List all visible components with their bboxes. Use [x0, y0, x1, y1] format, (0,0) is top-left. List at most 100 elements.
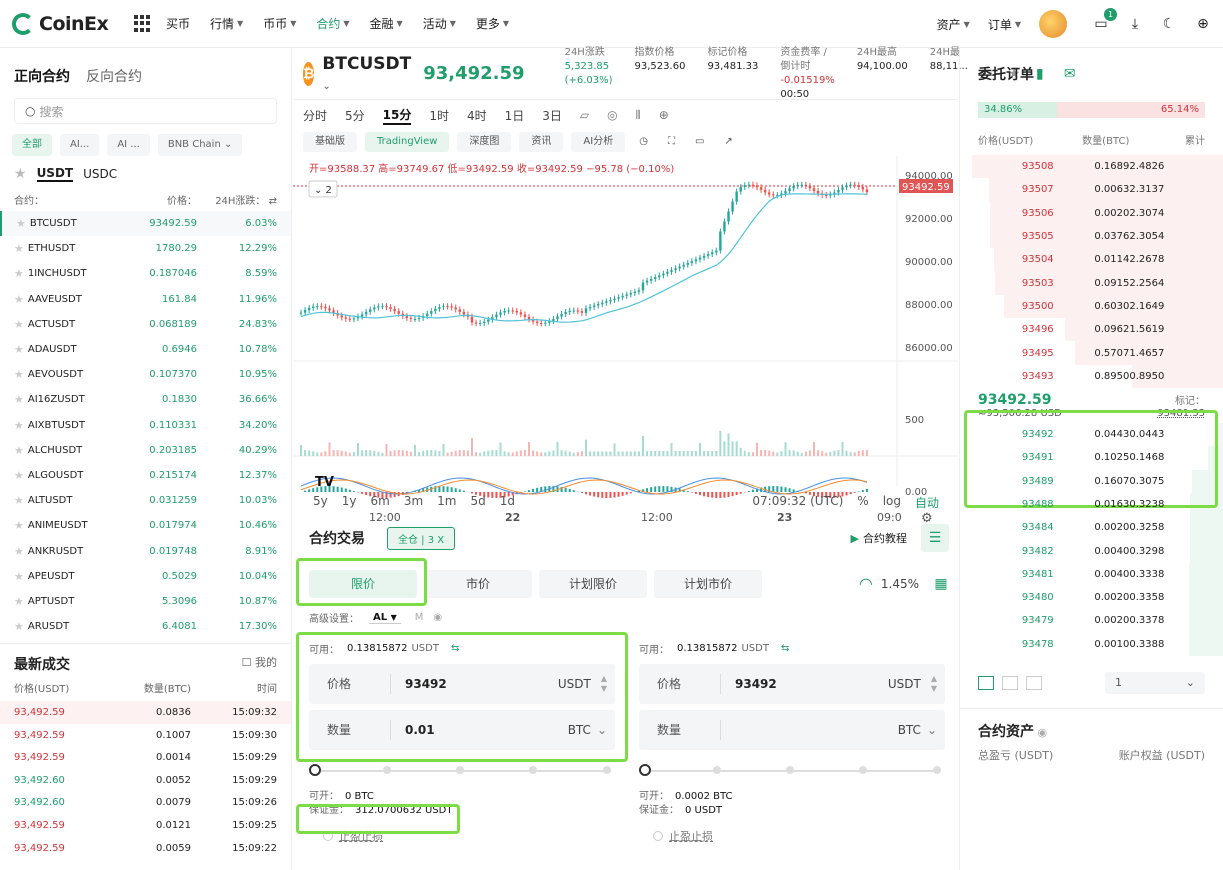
quote-usdt[interactable]: USDT	[36, 166, 74, 182]
layout-icon[interactable]: ▭	[689, 132, 710, 152]
advanced-m[interactable]: M	[415, 612, 424, 623]
order-type-market[interactable]: 市价	[424, 570, 532, 598]
symbol-selector[interactable]: BTCUSDT ⌄	[322, 54, 411, 94]
timeframe-3[interactable]: 1时	[429, 107, 449, 124]
range-5d[interactable]: 5d	[470, 494, 485, 511]
range-3m[interactable]: 3m	[404, 494, 423, 511]
ask-row[interactable]: 93504 0.0114 2.2678	[960, 248, 1223, 272]
target-icon[interactable]: ◎	[607, 108, 617, 122]
market-row[interactable]: ★ AAVEUSDT 161.84 11.96%	[0, 287, 291, 312]
star-icon[interactable]: ★	[14, 444, 24, 457]
book-view-both-icon[interactable]	[978, 675, 994, 690]
chart-opt-1[interactable]: log	[883, 494, 901, 511]
ask-row[interactable]: 93495 0.5707 1.4657	[960, 341, 1223, 365]
ask-row[interactable]: 93500 0.6030 2.1649	[960, 294, 1223, 319]
book-view-bids-icon[interactable]	[1002, 675, 1018, 690]
market-row[interactable]: ★ BTCUSDT 93492.59 6.03%	[0, 211, 291, 237]
bid-row[interactable]: 93488 0.0163 0.3238	[960, 492, 1223, 517]
filter-ai-2[interactable]: AI ...	[107, 134, 150, 156]
alarm-icon[interactable]: ◷	[633, 132, 654, 152]
timeframe-2[interactable]: 15分	[382, 106, 412, 125]
buy-quantity-input[interactable]: 数量 0.01 BTC ⌄	[309, 710, 615, 750]
market-row[interactable]: ★ AEVOUSDT 0.107370 10.95%	[0, 362, 291, 387]
chart-opt-2[interactable]: 自动	[915, 494, 939, 511]
transfer-icon[interactable]: ⇆	[781, 643, 789, 654]
market-row[interactable]: ★ APEUSDT 0.5029 10.04%	[0, 564, 291, 589]
bid-row[interactable]: 93479 0.0020 0.3378	[960, 609, 1223, 633]
star-icon[interactable]: ★	[14, 267, 24, 280]
star-icon[interactable]: ★	[14, 242, 24, 255]
margin-mode-button[interactable]: 全仓 | 3 X	[387, 526, 456, 550]
transfer-icon[interactable]: ⇆	[451, 643, 459, 654]
tab-inverse-contract[interactable]: 反向合约	[86, 66, 142, 86]
ask-row[interactable]: 93493 0.8950 0.8950	[960, 364, 1223, 388]
coinex-logo[interactable]: CoinEx	[12, 12, 124, 35]
chart-type-2[interactable]: 深度图	[457, 132, 512, 152]
market-row[interactable]: ★ ETHUSDT 1780.29 12.29%	[0, 236, 291, 261]
buy-slider[interactable]	[309, 756, 615, 786]
sell-quantity-input[interactable]: 数量 BTC ⌄	[639, 710, 945, 750]
filter-bnb-chain[interactable]: BNB Chain ⌄	[157, 134, 243, 156]
chart-type-0[interactable]: 基础版	[303, 132, 357, 152]
range-1d[interactable]: 1d	[500, 494, 515, 511]
bid-row[interactable]: 93492 0.0443 0.0443	[960, 422, 1223, 447]
star-icon[interactable]: ★	[14, 519, 24, 532]
timeframe-1[interactable]: 5分	[345, 107, 365, 124]
sell-slider[interactable]	[639, 756, 945, 786]
star-icon[interactable]: ★	[16, 217, 26, 230]
chart-type-1[interactable]: TradingView	[365, 132, 450, 152]
quote-usdc[interactable]: USDC	[83, 167, 117, 181]
market-row[interactable]: ★ 1INCHUSDT 0.187046 8.59%	[0, 261, 291, 286]
chart-opt-0[interactable]: %	[857, 494, 868, 511]
range-5y[interactable]: 5y	[313, 494, 328, 511]
settings-sliders-icon[interactable]: ☰	[921, 524, 949, 552]
buy-tpsl-toggle[interactable]: 止盈止损	[309, 828, 615, 844]
market-row[interactable]: ★ ALCHUSDT 0.203185 40.29%	[0, 438, 291, 463]
chart-type-3[interactable]: 资讯	[519, 132, 564, 152]
market-row[interactable]: ★ ACTUSDT 0.068189 24.83%	[0, 312, 291, 337]
market-row[interactable]: ★ ALTUSDT 0.031259 10.03%	[0, 488, 291, 513]
market-row[interactable]: ★ APTUSDT 5.3096 10.87%	[0, 589, 291, 614]
ask-row[interactable]: 93506 0.0020 2.3074	[960, 201, 1223, 225]
nav-item-5[interactable]: 活动 ▼	[423, 15, 456, 32]
favorites-star-icon[interactable]: ★	[14, 166, 27, 182]
fullscreen-icon[interactable]: ⛶	[662, 132, 681, 152]
indicator-icon[interactable]: ▱	[580, 108, 589, 122]
star-icon[interactable]: ★	[14, 494, 24, 507]
user-avatar[interactable]	[1039, 10, 1067, 38]
market-row[interactable]: ★ AI16ZUSDT 0.1830 36.66%	[0, 387, 291, 412]
dark-mode-icon[interactable]: ☾	[1161, 16, 1177, 32]
nav-item-1[interactable]: 行情 ▼	[210, 15, 243, 32]
nav-item-2[interactable]: 币币 ▼	[263, 15, 296, 32]
market-row[interactable]: ★ ARUSDT 6.4081 17.30%	[0, 614, 291, 639]
nav-item-4[interactable]: 金融 ▼	[370, 15, 403, 32]
bid-row[interactable]: 93481 0.0040 0.3338	[960, 562, 1223, 587]
star-icon[interactable]: ★	[14, 393, 24, 406]
bid-row[interactable]: 93489 0.1607 0.3075	[960, 469, 1223, 493]
order-type-plan-market[interactable]: 计划市价	[654, 570, 762, 598]
nav-assets[interactable]: 资产 ▼	[937, 16, 970, 33]
share-icon[interactable]: ↗	[718, 132, 738, 152]
range-1m[interactable]: 1m	[437, 494, 456, 511]
star-icon[interactable]: ★	[14, 318, 24, 331]
bid-row[interactable]: 93478 0.0010 0.3388	[960, 632, 1223, 656]
apps-grid-icon[interactable]	[134, 14, 152, 33]
star-icon[interactable]: ★	[14, 419, 24, 432]
market-row[interactable]: ★ ANIMEUSDT 0.017974 10.46%	[0, 513, 291, 538]
depth-precision-select[interactable]: 1 ⌄	[1105, 671, 1205, 694]
language-globe-icon[interactable]: ⊕	[1195, 16, 1211, 32]
star-icon[interactable]: ★	[14, 368, 24, 381]
nav-item-3[interactable]: 合约 ▼	[316, 15, 349, 32]
sell-price-input[interactable]: 价格 93492 USDT ▲ ▼	[639, 664, 945, 704]
chart-type-4[interactable]: AI分析	[571, 132, 626, 152]
star-icon[interactable]: ★	[14, 293, 24, 306]
star-icon[interactable]: ★	[14, 545, 24, 558]
nav-item-0[interactable]: 买币	[166, 15, 190, 32]
ask-row[interactable]: 93505 0.0376 2.3054	[960, 224, 1223, 249]
star-icon[interactable]: ★	[14, 620, 24, 633]
sell-tpsl-toggle[interactable]: 止盈止损	[639, 828, 945, 844]
market-row[interactable]: ★ ALGOUSDT 0.215174 12.37%	[0, 463, 291, 488]
download-icon[interactable]: ⤓	[1127, 16, 1143, 32]
timeframe-0[interactable]: 分时	[303, 107, 327, 124]
market-row[interactable]: ★ ADAUSDT 0.6946 10.78%	[0, 337, 291, 362]
